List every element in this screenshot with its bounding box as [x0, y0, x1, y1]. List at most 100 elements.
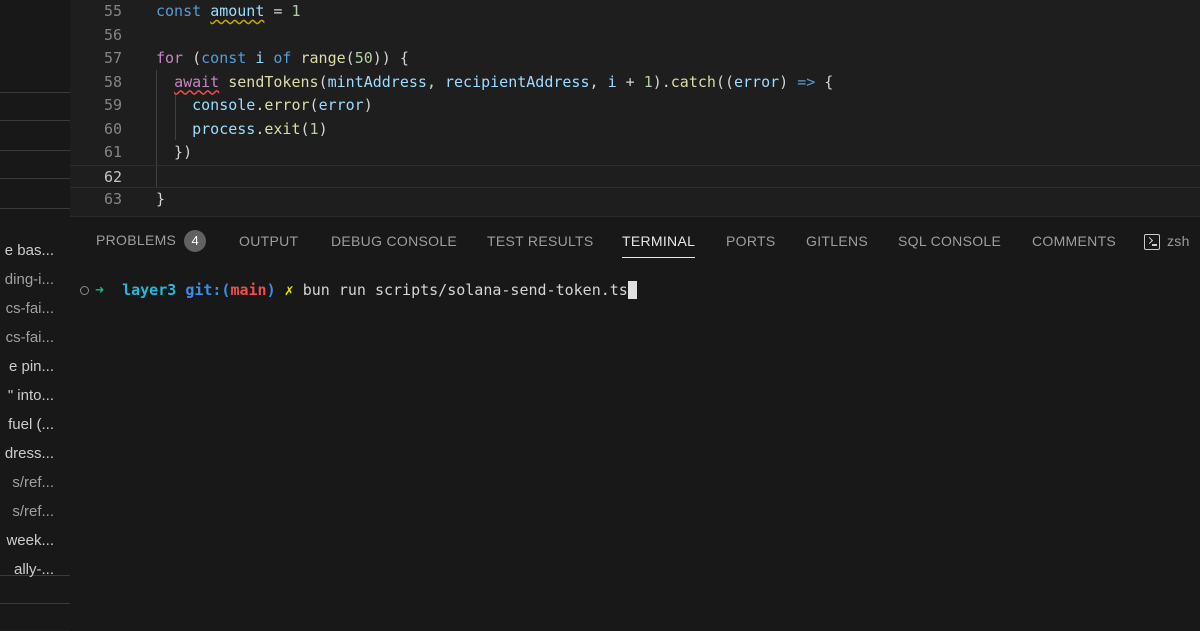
sidebar-item[interactable]: e pin... [9, 358, 54, 376]
code-text[interactable]: for (const i of range(50)) { [156, 47, 409, 70]
code-token: , [589, 72, 608, 91]
code-token: ( [318, 72, 328, 91]
code-token: { [815, 72, 834, 91]
tab-problems-label: PROBLEMS [96, 232, 177, 248]
code-token: sendTokens [228, 72, 319, 91]
code-text[interactable]: } [156, 188, 165, 211]
terminal-prompt-line[interactable]: ➜ layer3 git:(main) ✗ bun run scripts/so… [80, 279, 637, 301]
code-line[interactable]: 61 }) [70, 141, 1200, 164]
code-token: 50 [354, 49, 373, 67]
code-token: ) [318, 119, 328, 138]
line-number: 63 [103, 190, 122, 208]
tab-terminal[interactable]: TERMINAL [622, 231, 696, 258]
code-line[interactable]: 57 for (const i of range(50)) { [70, 47, 1200, 70]
sidebar-divider [0, 120, 70, 121]
terminal-shell-selector[interactable]: zsh [1144, 231, 1190, 255]
line-number: 60 [103, 119, 122, 138]
sidebar-item[interactable]: fuel (... [8, 416, 54, 434]
code-text[interactable]: await sendTokens(mintAddress, recipientA… [156, 71, 833, 94]
tab-problems[interactable]: PROBLEMS 4 [96, 230, 207, 254]
sidebar-divider [0, 208, 70, 209]
sidebar-item[interactable]: e bas... [5, 242, 54, 260]
sidebar-item[interactable]: s/ref... [12, 503, 54, 521]
code-token: await [174, 72, 220, 91]
code-text[interactable]: const amount = 1 [156, 0, 301, 23]
code-line[interactable]: 62 [70, 164, 1200, 188]
sidebar-item[interactable]: week... [6, 532, 54, 550]
code-token: const [156, 2, 211, 20]
line-number: 57 [103, 49, 122, 67]
tab-terminal-label: TERMINAL [622, 233, 696, 249]
code-token: } [156, 190, 166, 208]
prompt-git-label: git:( [185, 281, 231, 299]
sidebar-item[interactable]: dress... [5, 445, 54, 463]
code-token: ( [345, 49, 355, 67]
code-token: ( [192, 49, 202, 67]
code-token: range [300, 49, 346, 67]
code-line[interactable]: 56 [70, 24, 1200, 47]
sidebar-item[interactable]: " into... [8, 387, 54, 405]
line-number: 55 [103, 2, 122, 20]
bottom-panel: PROBLEMS 4 OUTPUT DEBUG CONSOLE TEST RESU… [70, 216, 1200, 631]
tab-test-results[interactable]: TEST RESULTS [487, 231, 594, 255]
sidebar-item[interactable]: ding-i... [5, 271, 54, 289]
prompt-arrow: ➜ [95, 281, 105, 299]
prompt-git-close: ) [266, 281, 276, 299]
prompt-dirty-mark: ✗ [284, 281, 294, 299]
tab-comments[interactable]: COMMENTS [1032, 231, 1116, 255]
tab-output[interactable]: OUTPUT [239, 231, 298, 255]
code-token: for [156, 49, 193, 67]
sidebar-item[interactable]: s/ref... [12, 474, 54, 492]
sidebar-divider [0, 178, 70, 179]
line-number: 56 [103, 25, 122, 44]
sidebar-divider [0, 150, 70, 151]
code-token: ) [779, 72, 798, 91]
tab-debug-console[interactable]: DEBUG CONSOLE [331, 231, 457, 255]
code-token: amount [210, 2, 265, 20]
tab-comments-label: COMMENTS [1032, 233, 1117, 249]
prompt-git-branch: main [230, 281, 267, 299]
code-token: i [255, 49, 274, 67]
code-text[interactable]: process.exit(1) [156, 118, 328, 141]
code-token: (( [715, 72, 734, 91]
code-token: error [264, 96, 310, 114]
code-token: error [734, 72, 780, 91]
code-token: ). [652, 72, 671, 91]
prompt-directory: layer3 [122, 281, 177, 299]
code-line[interactable]: 59 console.error(error) [70, 94, 1200, 117]
sidebar-item[interactable]: cs-fai... [6, 300, 54, 318]
code-token: 1 [291, 2, 301, 20]
code-text[interactable]: console.error(error) [156, 94, 373, 117]
code-token: of [273, 49, 301, 67]
terminal-cursor [627, 281, 637, 299]
code-token: + [616, 72, 644, 91]
sidebar-item[interactable]: ally-... [14, 561, 54, 579]
terminal-icon [1144, 234, 1160, 251]
code-line[interactable]: 55 const amount = 1 [70, 0, 1200, 23]
code-token: = [264, 2, 292, 20]
code-editor[interactable]: 55 const amount = 1 56 57 for (const i of ra… [70, 0, 1200, 215]
code-token: )) { [372, 49, 409, 67]
tab-sql-console[interactable]: SQL CONSOLE [898, 231, 1001, 255]
code-line[interactable]: 63} [70, 188, 1200, 211]
tab-ports[interactable]: PORTS [726, 231, 775, 255]
terminal-command[interactable]: bun run scripts/solana-send-token.ts [303, 281, 628, 299]
line-number: 58 [103, 72, 122, 91]
line-number: 61 [103, 143, 122, 161]
code-line[interactable]: 60 process.exit(1) [70, 118, 1200, 141]
code-token: 1 [309, 119, 319, 138]
active-tab-indicator [622, 257, 696, 258]
sidebar-item[interactable]: cs-fai... [6, 329, 54, 347]
code-token: ) [363, 96, 373, 114]
code-line[interactable]: 58 await sendTokens(mintAddress, recipie… [70, 71, 1200, 94]
shell-name: zsh [1167, 233, 1190, 249]
code-text[interactable]: }) [156, 141, 192, 164]
panel-tabs: PROBLEMS 4 OUTPUT DEBUG CONSOLE TEST RESU… [70, 217, 1200, 267]
line-number: 62 [103, 167, 122, 186]
code-token: 1 [643, 72, 653, 91]
tab-gitlens[interactable]: GITLENS [806, 231, 868, 255]
